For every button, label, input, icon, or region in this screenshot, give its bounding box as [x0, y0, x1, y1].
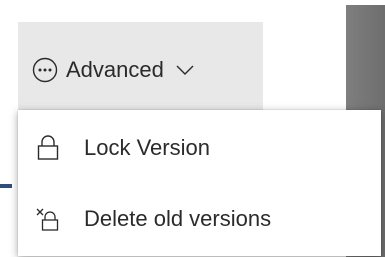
delete-versions-icon: [36, 208, 59, 231]
lock-icon: [37, 135, 59, 160]
more-circle-icon: [32, 57, 58, 83]
advanced-button[interactable]: Advanced: [18, 22, 263, 118]
screen: Advanced Lock Version Delete old version…: [0, 0, 385, 257]
chevron-down-icon: [176, 65, 194, 75]
menu-item-lock-version[interactable]: Lock Version: [18, 118, 381, 178]
advanced-dropdown-menu: Lock Version Delete old versions: [18, 110, 381, 256]
advanced-label: Advanced: [66, 57, 164, 82]
menu-item-label: Lock Version: [84, 135, 210, 160]
menu-item-delete-old-versions[interactable]: Delete old versions: [18, 189, 381, 249]
accent-line: [0, 184, 12, 188]
menu-item-label: Delete old versions: [84, 206, 272, 231]
